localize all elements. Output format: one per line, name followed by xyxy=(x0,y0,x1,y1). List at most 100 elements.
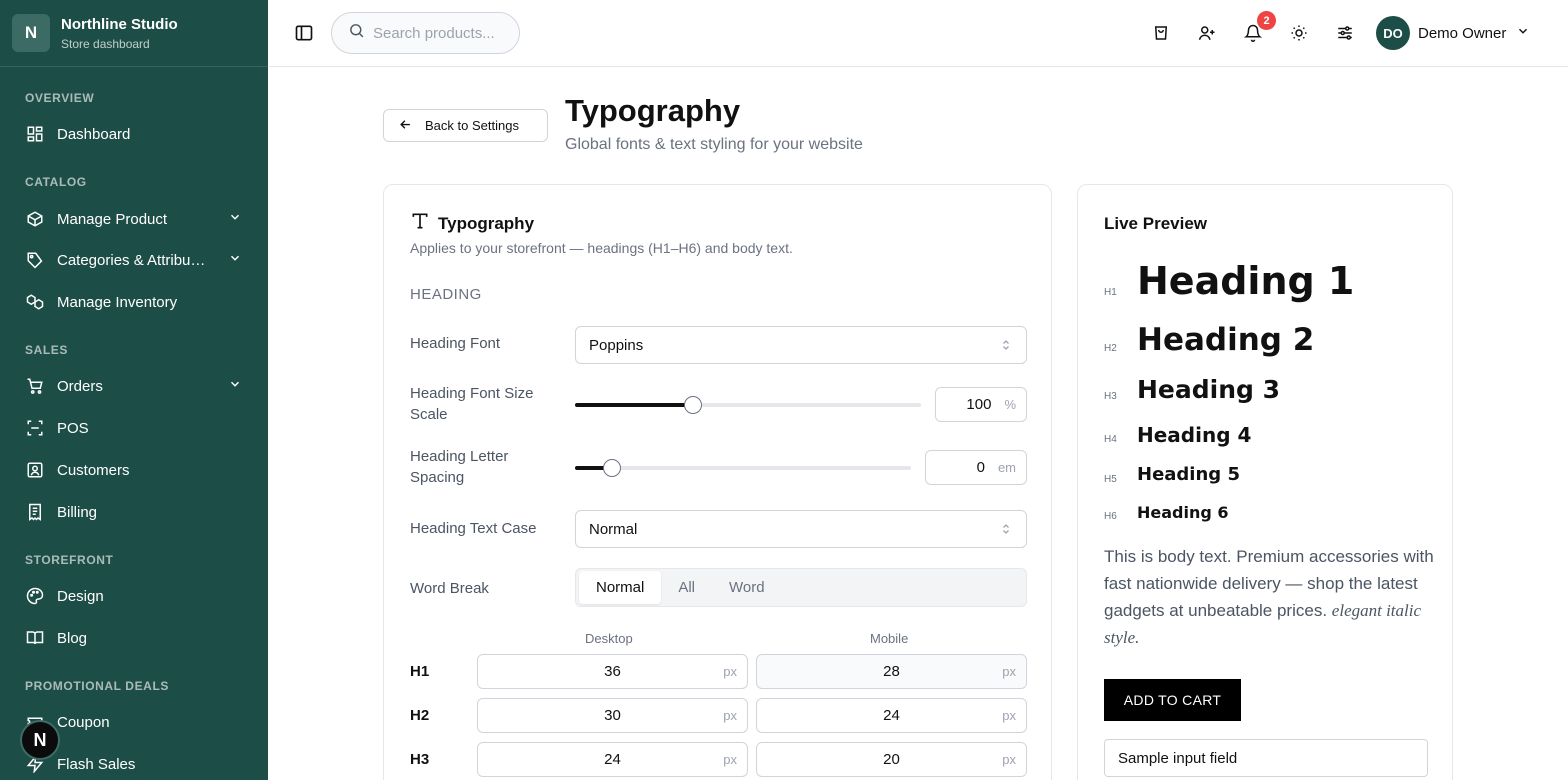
topbar xyxy=(268,0,1568,67)
sidebar-toggle-icon[interactable] xyxy=(294,23,314,48)
sidebar-item-orders[interactable]: Orders xyxy=(25,374,250,398)
search-box[interactable] xyxy=(331,12,520,54)
letter-spacing-slider[interactable] xyxy=(575,459,911,477)
unit-label: % xyxy=(1004,397,1016,412)
type-icon xyxy=(410,211,430,236)
add-user-icon[interactable] xyxy=(1196,22,1218,44)
word-break-option-word[interactable]: Word xyxy=(712,571,782,604)
preview-heading-5: Heading 5 xyxy=(1137,464,1240,485)
chevron-up-down-icon xyxy=(1000,338,1012,356)
user-card-icon xyxy=(25,460,45,480)
heading-tag: H5 xyxy=(1104,474,1117,485)
size-row-label: H1 xyxy=(410,663,430,680)
size-scale-input[interactable]: 100 % xyxy=(935,387,1027,422)
word-break-option-all[interactable]: All xyxy=(661,571,712,604)
h1-desktop-size-input[interactable]: 36 px xyxy=(477,654,748,689)
sidebar-item-customers[interactable]: Customers xyxy=(25,458,250,482)
heading-tag: H4 xyxy=(1104,434,1117,445)
page-subtitle: Global fonts & text styling for your web… xyxy=(565,136,863,153)
text-case-label: Heading Text Case xyxy=(410,520,537,537)
scan-icon xyxy=(25,418,45,438)
size-row-label: H3 xyxy=(410,751,430,768)
chevron-down-icon[interactable] xyxy=(228,210,242,229)
mobile-column-header: Mobile xyxy=(870,631,909,646)
boxes-icon xyxy=(25,292,45,312)
sidebar-item-label: Manage Inventory xyxy=(57,293,178,311)
size-scale-value: 100 xyxy=(966,396,992,413)
h2-mobile-size-input[interactable]: 24 px xyxy=(756,698,1027,733)
sidebar-item-manage-product[interactable]: Manage Product xyxy=(25,207,250,231)
sidebar-item-billing[interactable]: Billing xyxy=(25,500,250,524)
nav-group-sales: SALES xyxy=(25,343,69,357)
chevron-down-icon xyxy=(1516,24,1530,43)
brand-subtitle: Store dashboard xyxy=(61,36,150,51)
sidebar-item-pos[interactable]: POS xyxy=(25,416,250,440)
word-break-toggle: Normal All Word xyxy=(575,568,1027,607)
card-title: Typography xyxy=(438,213,535,233)
letter-spacing-value: 0 xyxy=(976,459,985,476)
brand[interactable]: N Northline Studio Store dashboard xyxy=(0,0,268,67)
letter-spacing-input[interactable]: 0 em xyxy=(925,450,1027,485)
word-break-label: Word Break xyxy=(410,580,489,597)
search-input[interactable] xyxy=(373,24,508,42)
user-name: Demo Owner xyxy=(1418,24,1507,42)
h3-mobile-size-input[interactable]: 20 px xyxy=(756,742,1027,777)
chevron-down-icon[interactable] xyxy=(228,377,242,396)
sidebar-item-label: Dashboard xyxy=(57,125,131,143)
sidebar-item-label: Billing xyxy=(57,503,98,521)
size-scale-label: Heading Font Size Scale xyxy=(410,385,534,423)
size-scale-slider[interactable] xyxy=(575,396,921,414)
live-preview-card: Live Preview H1 Heading 1 H2 Heading 2 H… xyxy=(1077,184,1453,780)
heading-font-select[interactable]: Poppins xyxy=(575,326,1027,364)
sidebar-item-flash-sales[interactable]: Flash Sales xyxy=(25,752,250,776)
sidebar: N Northline Studio Store dashboard OVERV… xyxy=(0,0,268,780)
book-icon xyxy=(25,628,45,648)
sample-input-field[interactable] xyxy=(1104,739,1428,777)
sidebar-item-blog[interactable]: Blog xyxy=(25,626,250,650)
notification-badge: 2 xyxy=(1257,11,1276,30)
search-icon xyxy=(348,22,365,44)
nav-group-promotional-deals: PROMOTIONAL DEALS xyxy=(25,679,169,693)
sliders-icon[interactable] xyxy=(1334,22,1356,44)
sidebar-item-label: Customers xyxy=(57,461,130,479)
h3-desktop-size-input[interactable]: 24 px xyxy=(477,742,748,777)
heading-tag: H2 xyxy=(1104,343,1117,354)
heading-tag: H6 xyxy=(1104,511,1117,522)
chevron-down-icon[interactable] xyxy=(228,251,242,270)
preview-heading-4: Heading 4 xyxy=(1137,423,1252,447)
sidebar-item-label: Design xyxy=(57,587,104,605)
text-case-value: Normal xyxy=(589,520,638,538)
typography-settings-card: Typography Applies to your storefront — … xyxy=(383,184,1052,780)
slider-thumb[interactable] xyxy=(602,459,621,477)
brand-logo: N xyxy=(12,14,50,52)
store-bag-icon[interactable] xyxy=(1150,22,1172,44)
sidebar-item-label: Blog xyxy=(57,629,88,647)
sidebar-item-label: Coupon xyxy=(57,713,110,731)
preview-title: Live Preview xyxy=(1104,214,1208,233)
h1-mobile-size-input[interactable]: 28 px xyxy=(756,654,1027,689)
sidebar-item-design[interactable]: Design xyxy=(25,584,250,608)
sidebar-item-coupon[interactable]: Coupon xyxy=(25,710,250,734)
letter-spacing-label: Heading Letter Spacing xyxy=(410,448,509,486)
text-case-select[interactable]: Normal xyxy=(575,510,1027,548)
preview-body-text: This is body text. Premium accessories w… xyxy=(1104,547,1434,647)
back-to-settings-button[interactable]: Back to Settings xyxy=(383,109,548,142)
heading-font-label: Heading Font xyxy=(410,335,501,352)
sidebar-item-dashboard[interactable]: Dashboard xyxy=(25,122,250,146)
user-menu[interactable]: DO Demo Owner xyxy=(1376,16,1530,50)
grid-icon xyxy=(25,124,45,144)
nav-group-overview: OVERVIEW xyxy=(25,91,95,105)
desktop-column-header: Desktop xyxy=(585,631,633,646)
preview-heading-6: Heading 6 xyxy=(1137,503,1229,522)
word-break-option-normal[interactable]: Normal xyxy=(579,571,662,604)
theme-sun-icon[interactable] xyxy=(1288,22,1310,44)
palette-icon xyxy=(25,586,45,606)
heading-tag: H3 xyxy=(1104,391,1117,402)
section-heading-label: HEADING xyxy=(410,286,482,303)
floating-action-button[interactable]: N xyxy=(20,720,60,760)
sidebar-item-categories[interactable]: Categories & Attributes xyxy=(25,248,250,272)
add-to-cart-button[interactable]: ADD TO CART xyxy=(1104,679,1241,721)
slider-thumb[interactable] xyxy=(683,396,702,414)
h2-desktop-size-input[interactable]: 30 px xyxy=(477,698,748,733)
sidebar-item-manage-inventory[interactable]: Manage Inventory xyxy=(25,290,250,314)
